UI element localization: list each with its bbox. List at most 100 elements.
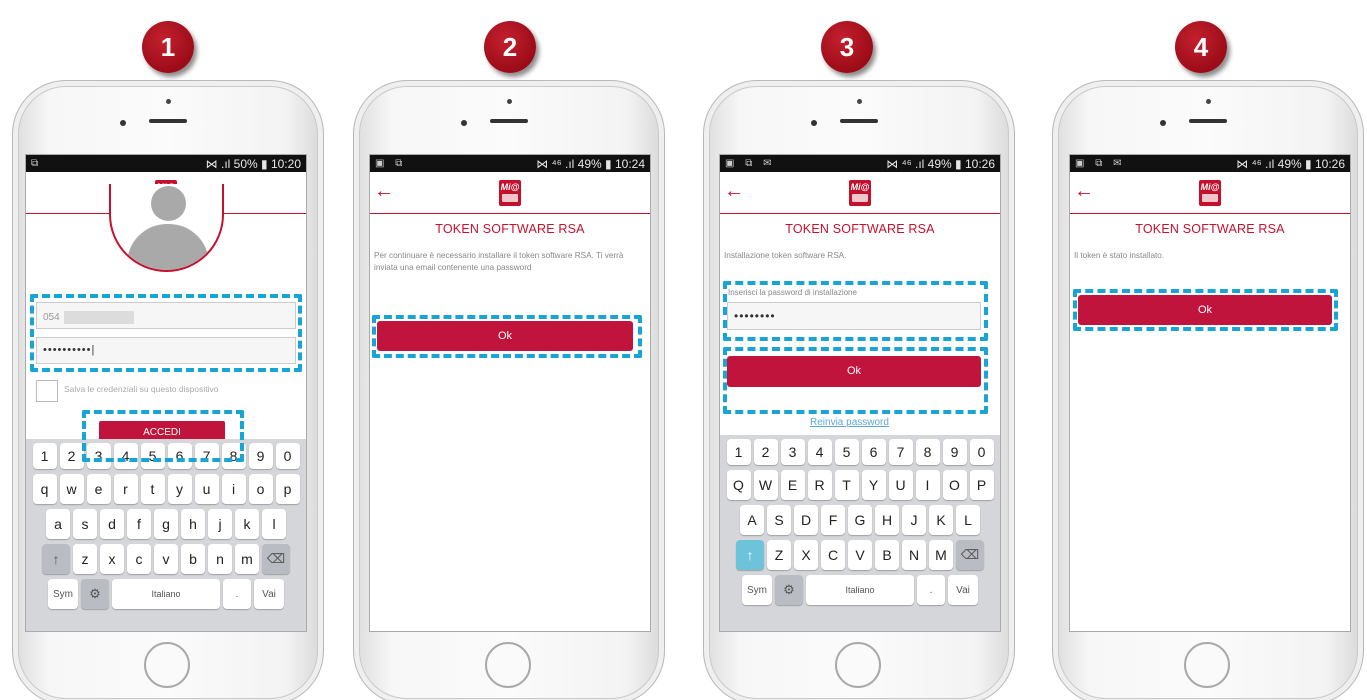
home-button[interactable] [1184, 642, 1230, 688]
key-4[interactable]: 4 [807, 439, 832, 465]
settings-key-icon[interactable]: ⚙ [775, 575, 803, 605]
key-9[interactable]: 9 [248, 443, 273, 469]
key-x[interactable]: x [100, 544, 124, 574]
key-b[interactable]: B [875, 540, 899, 570]
backspace-key-icon[interactable]: ⌫ [956, 540, 984, 570]
key-x[interactable]: X [794, 540, 818, 570]
resend-password-link[interactable]: Reinvia password [810, 417, 889, 428]
key-z[interactable]: z [73, 544, 97, 574]
page-title: TOKEN SOFTWARE RSA [435, 222, 585, 236]
key-p[interactable]: P [969, 470, 994, 500]
key-u[interactable]: u [194, 474, 219, 504]
key-w[interactable]: W [753, 470, 778, 500]
key-o[interactable]: O [942, 470, 967, 500]
key-9[interactable]: 9 [942, 439, 967, 465]
key-0[interactable]: 0 [275, 443, 300, 469]
key-k[interactable]: K [929, 505, 953, 535]
key-j[interactable]: J [902, 505, 926, 535]
key-5[interactable]: 5 [834, 439, 859, 465]
back-arrow-icon[interactable]: ← [1074, 181, 1094, 201]
settings-key-icon[interactable]: ⚙ [81, 579, 109, 609]
key-h[interactable]: h [181, 509, 205, 539]
key-f[interactable]: f [127, 509, 151, 539]
key-n[interactable]: n [208, 544, 232, 574]
key-s[interactable]: S [767, 505, 791, 535]
key-2[interactable]: 2 [59, 443, 84, 469]
go-key[interactable]: Vai [254, 579, 284, 609]
key-1[interactable]: 1 [32, 443, 57, 469]
key-e[interactable]: e [86, 474, 111, 504]
key-o[interactable]: o [248, 474, 273, 504]
key-d[interactable]: D [794, 505, 818, 535]
space-key[interactable]: Italiano [112, 579, 220, 609]
shift-key-icon[interactable]: ↑ [736, 540, 764, 570]
key-1[interactable]: 1 [726, 439, 751, 465]
home-button[interactable] [485, 642, 531, 688]
phone-frame-2: ▣ ⧉ ⋈ ⁴⁶ .ıl 49% ▮ 10:24 ← Mi@ TOKEN SOF… [353, 80, 665, 700]
space-key[interactable]: Italiano [806, 575, 914, 605]
key-w[interactable]: w [59, 474, 84, 504]
key-q[interactable]: Q [726, 470, 751, 500]
backspace-key-icon[interactable]: ⌫ [262, 544, 290, 574]
key-i[interactable]: i [221, 474, 246, 504]
remember-checkbox[interactable] [36, 380, 58, 402]
sym-key[interactable]: Sym [742, 575, 772, 605]
key-h[interactable]: H [875, 505, 899, 535]
proximity-sensor [1206, 99, 1211, 104]
key-t[interactable]: t [140, 474, 165, 504]
key-b[interactable]: b [181, 544, 205, 574]
key-f[interactable]: F [821, 505, 845, 535]
key-p[interactable]: p [275, 474, 300, 504]
key-j[interactable]: j [208, 509, 232, 539]
key-z[interactable]: Z [767, 540, 791, 570]
key-l[interactable]: L [956, 505, 980, 535]
keyboard-row-qwerty: q w e r t y u i o p [29, 474, 303, 504]
go-key[interactable]: Vai [948, 575, 978, 605]
key-s[interactable]: s [73, 509, 97, 539]
dot-key[interactable]: . [223, 579, 251, 609]
key-r[interactable]: r [113, 474, 138, 504]
key-t[interactable]: T [834, 470, 859, 500]
status-icons-right: ⋈ .ıl 50% ▮ 10:20 [205, 156, 301, 171]
key-2[interactable]: 2 [753, 439, 778, 465]
key-a[interactable]: a [46, 509, 70, 539]
key-k[interactable]: k [235, 509, 259, 539]
key-y[interactable]: y [167, 474, 192, 504]
key-y[interactable]: Y [861, 470, 886, 500]
key-c[interactable]: C [821, 540, 845, 570]
status-icons-left: ▣ ⧉ ✉ [725, 158, 776, 169]
key-a[interactable]: A [740, 505, 764, 535]
page-title: TOKEN SOFTWARE RSA [1135, 222, 1285, 236]
dot-key[interactable]: . [917, 575, 945, 605]
back-arrow-icon[interactable]: ← [374, 181, 394, 201]
key-0[interactable]: 0 [969, 439, 994, 465]
key-3[interactable]: 3 [780, 439, 805, 465]
highlight-ok-button [372, 315, 642, 358]
key-7[interactable]: 7 [888, 439, 913, 465]
key-l[interactable]: l [262, 509, 286, 539]
key-d[interactable]: d [100, 509, 124, 539]
home-button[interactable] [835, 642, 881, 688]
key-c[interactable]: c [127, 544, 151, 574]
screen-token-intro: ▣ ⧉ ⋈ ⁴⁶ .ıl 49% ▮ 10:24 ← Mi@ TOKEN SOF… [369, 154, 651, 632]
key-m[interactable]: m [235, 544, 259, 574]
back-arrow-icon[interactable]: ← [724, 181, 744, 201]
shift-key-icon[interactable]: ↑ [42, 544, 70, 574]
keyboard-row-qwerty: Q W E R T Y U I O P [723, 470, 997, 500]
key-n[interactable]: N [902, 540, 926, 570]
key-i[interactable]: I [915, 470, 940, 500]
sym-key[interactable]: Sym [48, 579, 78, 609]
keyboard-number-row: 1 2 3 4 5 6 7 8 9 0 [723, 439, 997, 465]
key-g[interactable]: g [154, 509, 178, 539]
key-r[interactable]: R [807, 470, 832, 500]
key-u[interactable]: U [888, 470, 913, 500]
key-g[interactable]: G [848, 505, 872, 535]
key-8[interactable]: 8 [915, 439, 940, 465]
key-e[interactable]: E [780, 470, 805, 500]
key-m[interactable]: M [929, 540, 953, 570]
key-v[interactable]: v [154, 544, 178, 574]
key-q[interactable]: q [32, 474, 57, 504]
home-button[interactable] [144, 642, 190, 688]
key-v[interactable]: V [848, 540, 872, 570]
key-6[interactable]: 6 [861, 439, 886, 465]
